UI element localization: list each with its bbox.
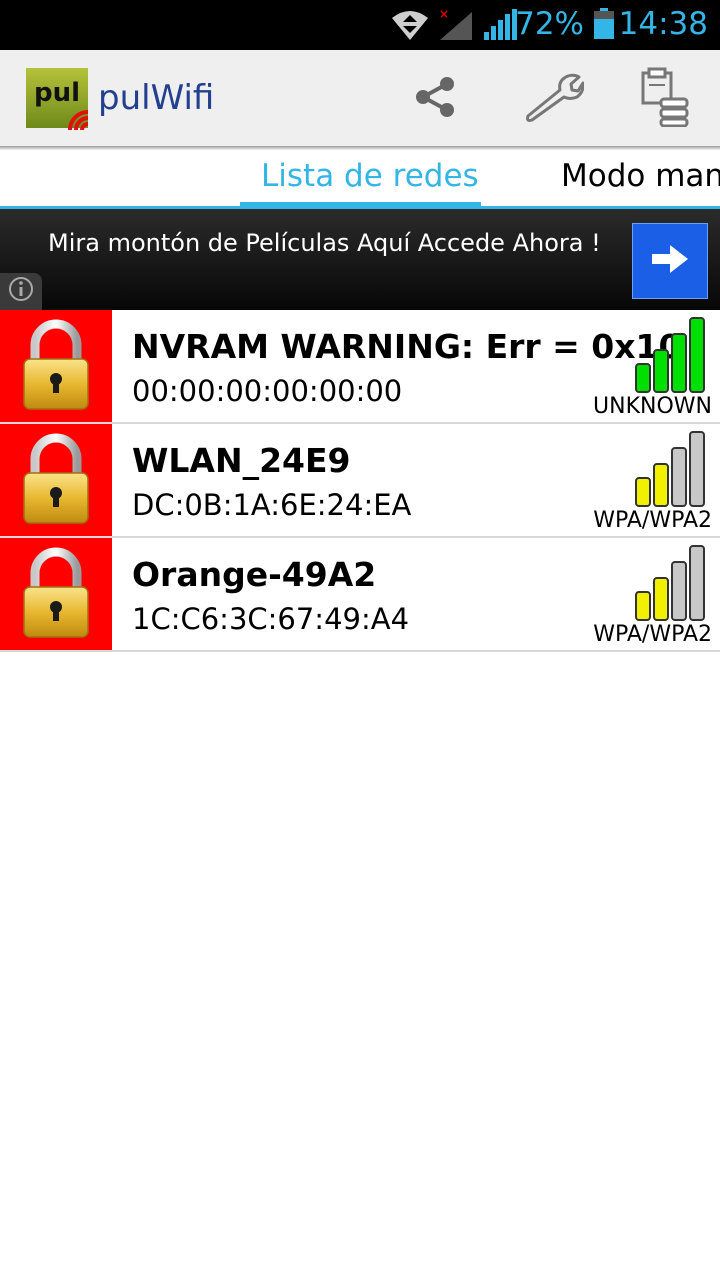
battery-percentage: 72%: [515, 6, 584, 42]
wrench-icon: [522, 72, 585, 127]
network-security: WPA/WPA2: [593, 622, 712, 647]
tab-bar: Lista de redes Modo manual: [0, 150, 720, 208]
network-security: WPA/WPA2: [593, 508, 712, 533]
network-ssid: Orange-49A2: [132, 555, 377, 594]
wifi-signal-icon: [634, 428, 710, 513]
arrow-right-icon: [650, 243, 690, 280]
settings-button[interactable]: [518, 68, 588, 130]
padlock-icon: [21, 545, 91, 644]
network-row[interactable]: NVRAM WARNING: Err = 0x10 00:00:00:00:00…: [0, 310, 720, 424]
wifi-signal-icon: [634, 314, 710, 399]
network-ssid: NVRAM WARNING: Err = 0x10: [132, 327, 682, 366]
saved-list-button[interactable]: [630, 67, 700, 132]
network-ssid: WLAN_24E9: [132, 441, 351, 480]
signal-strength-icon: ×: [438, 7, 474, 47]
battery-icon: [593, 8, 615, 45]
tab-manual-mode[interactable]: Modo manual: [561, 158, 720, 194]
lock-cell: [0, 424, 112, 536]
info-icon: [8, 276, 34, 307]
network-list: NVRAM WARNING: Err = 0x10 00:00:00:00:00…: [0, 310, 720, 652]
padlock-icon: [21, 431, 91, 530]
ad-banner[interactable]: Mira montón de Películas Aquí Accede Aho…: [0, 209, 720, 310]
app-logo[interactable]: pul: [26, 68, 89, 131]
network-mac: DC:0B:1A:6E:24:EA: [132, 488, 412, 522]
lock-cell: [0, 538, 112, 650]
svg-text:×: ×: [439, 8, 449, 21]
ad-text[interactable]: Mira montón de Películas Aquí Accede Aho…: [48, 229, 601, 257]
clock: 14:38: [618, 6, 708, 42]
network-mac: 1C:C6:3C:67:49:A4: [132, 602, 410, 636]
network-row[interactable]: Orange-49A2 1C:C6:3C:67:49:A4 WPA/WPA2: [0, 538, 720, 652]
wifi-icon: [390, 8, 430, 47]
padlock-icon: [21, 317, 91, 416]
ad-info-button[interactable]: [0, 273, 42, 310]
mobile-signal-icon: [482, 8, 518, 47]
share-icon: [413, 75, 457, 124]
network-row[interactable]: WLAN_24E9 DC:0B:1A:6E:24:EA WPA/WPA2: [0, 424, 720, 538]
wifi-signal-icon: [634, 542, 710, 627]
lock-cell: [0, 310, 112, 422]
status-bar: × 72% 14:38: [0, 0, 720, 50]
clipboard-list-icon: [639, 67, 691, 132]
svg-text:pul: pul: [34, 78, 80, 108]
ad-open-button[interactable]: [632, 223, 708, 299]
network-security: UNKNOWN: [593, 394, 712, 419]
network-mac: 00:00:00:00:00:00: [132, 374, 403, 408]
action-bar: pul pulWifi: [0, 50, 720, 146]
share-button[interactable]: [400, 68, 470, 130]
tab-network-list[interactable]: Lista de redes: [261, 158, 479, 194]
app-title: pulWifi: [98, 78, 215, 118]
